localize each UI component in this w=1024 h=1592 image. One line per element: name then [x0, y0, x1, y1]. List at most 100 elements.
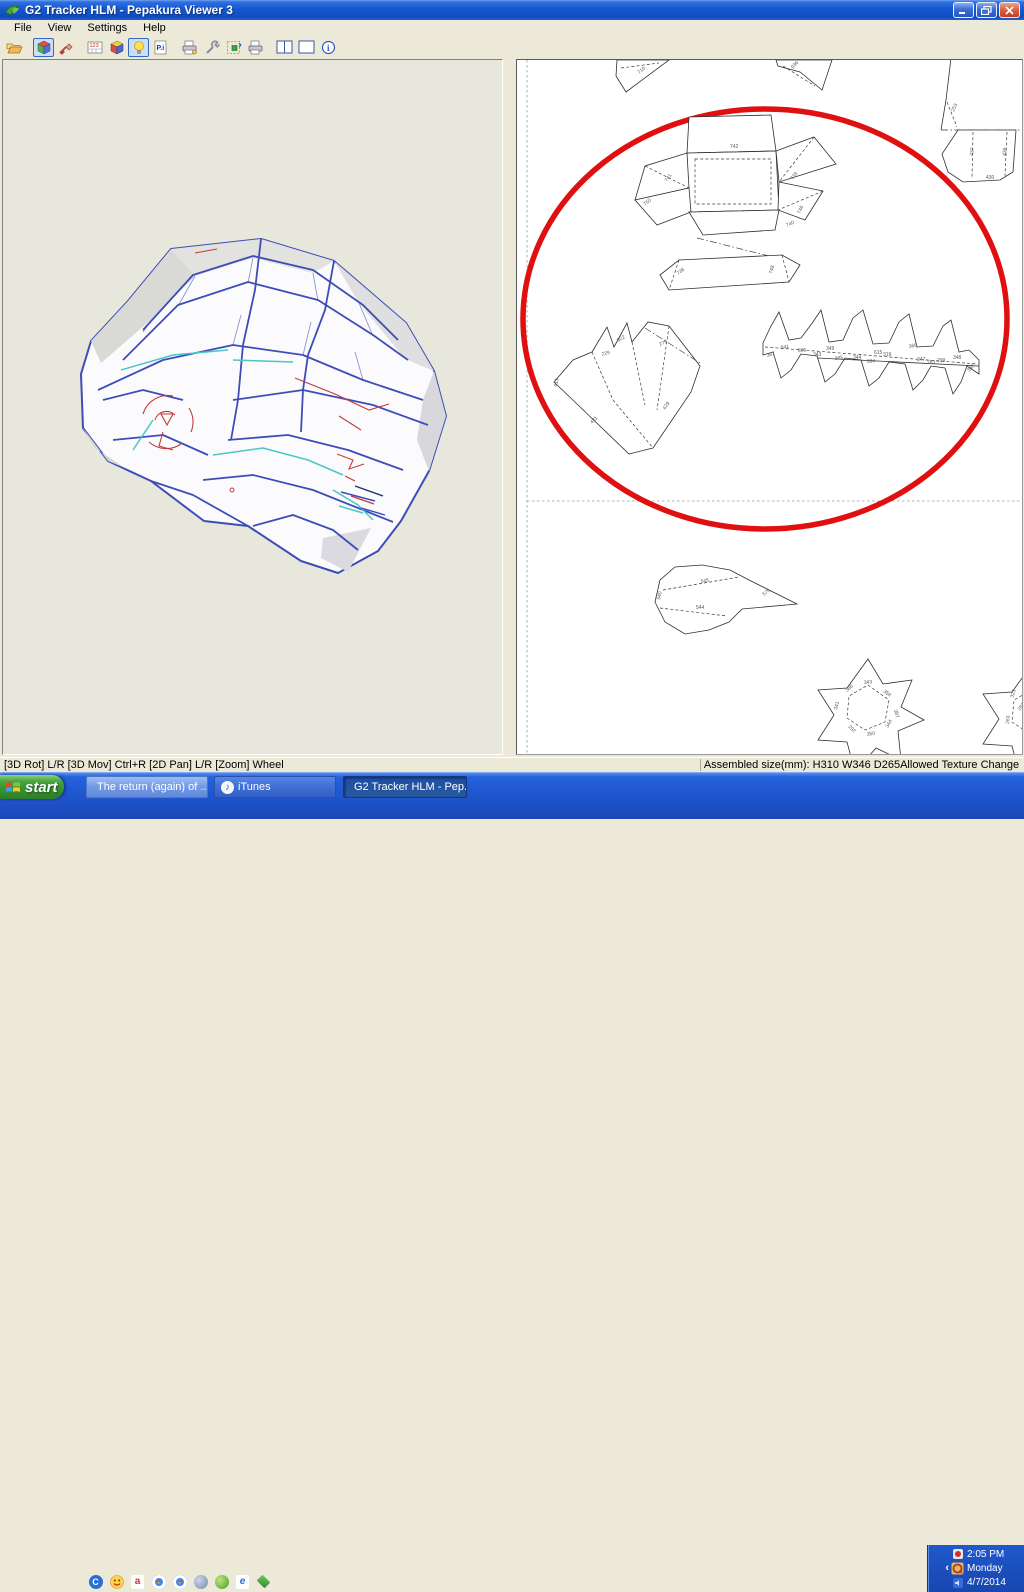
taskbar-button-label: G2 Tracker HLM - Pep...: [354, 781, 467, 793]
model-info: Assembled size(mm): H310 W346 D265Allowe…: [700, 759, 1022, 771]
pattern-piece-top-left: [616, 60, 669, 92]
menu-bar: File View Settings Help: [0, 20, 1024, 36]
chrome-quicklaunch-icon-2[interactable]: [172, 1574, 187, 1589]
quick-launch-bar: C a e: [88, 1574, 271, 1589]
status-bar: [3D Rot] L/R [3D Mov] Ctrl+R [2D Pan] L/…: [0, 757, 1024, 773]
open-folder-icon[interactable]: [4, 38, 25, 57]
windows-flag-icon: [6, 782, 20, 792]
pattern-edge-number: 615: [874, 350, 883, 356]
tray-day[interactable]: Monday: [967, 1563, 1003, 1574]
green-orb-quicklaunch-icon[interactable]: [214, 1574, 229, 1589]
volume-tray-icon[interactable]: [952, 1577, 964, 1589]
pattern-edge-number: 343: [864, 679, 873, 686]
taskbar: start The return (again) of ... ♪ iTunes…: [0, 772, 1024, 1592]
texture-view-icon[interactable]: [33, 37, 54, 57]
light-toggle-icon[interactable]: [128, 37, 149, 57]
tray-clock[interactable]: 2:05 PM: [967, 1549, 1004, 1560]
start-button[interactable]: start: [0, 775, 64, 799]
menu-help[interactable]: Help: [135, 21, 174, 35]
svg-text:P.i: P.i: [157, 45, 165, 52]
menu-file[interactable]: File: [6, 21, 40, 35]
minimize-button[interactable]: [953, 2, 974, 18]
pattern-piece-top-middle: [776, 60, 832, 90]
texture-state: Allowed Texture Change: [900, 759, 1020, 771]
blue-c-quicklaunch-icon[interactable]: C: [88, 1574, 103, 1589]
close-icon: [1005, 5, 1014, 15]
scale-check-icon[interactable]: 123: [84, 38, 105, 57]
pattern-edge-number: 299: [937, 358, 946, 364]
pattern-edge-number: 253: [950, 103, 959, 113]
tray-date[interactable]: 4/7/2014: [967, 1577, 1006, 1588]
pattern-edge-number: 740: [785, 220, 795, 229]
pattern-edge-number: 387: [766, 351, 776, 359]
pattern-piece-zigzag-strip: [763, 310, 979, 394]
gray-orb-quicklaunch-icon[interactable]: [193, 1574, 208, 1589]
solid-view-icon[interactable]: [106, 38, 127, 57]
pattern-piece-top-right: [941, 60, 1022, 182]
pattern-edge-number: 544: [696, 605, 705, 611]
pepakura-app-icon: [5, 5, 20, 16]
svg-text:123: 123: [89, 43, 98, 49]
itunes-icon: ♪: [221, 780, 234, 794]
pattern-edge-number: 347: [917, 357, 926, 363]
tray-row-day: ‹ Monday: [930, 1561, 1021, 1575]
pattern-edge-number: 348: [953, 355, 962, 361]
mouse-hints: [3D Rot] L/R [3D Mov] Ctrl+R [2D Pan] L/…: [4, 759, 284, 771]
title-bar[interactable]: G2 Tracker HLM - Pepakura Viewer 3: [0, 0, 1024, 20]
a-document-quicklaunch-icon[interactable]: a: [130, 1574, 145, 1589]
menu-settings[interactable]: Settings: [79, 21, 135, 35]
smiley-quicklaunch-icon[interactable]: [109, 1574, 124, 1589]
red-badge-tray-icon[interactable]: [952, 1548, 964, 1560]
window-title: G2 Tracker HLM - Pepakura Viewer 3: [25, 3, 233, 17]
ie-document-quicklaunch-icon[interactable]: e: [235, 1574, 250, 1589]
pattern-edge-number: 866: [798, 347, 807, 354]
pan-tool-icon[interactable]: [223, 38, 244, 57]
print-icon[interactable]: [245, 38, 266, 57]
part-info-icon[interactable]: P.i: [150, 38, 171, 57]
toolbar: 123 P.i i: [0, 36, 1024, 58]
pattern-edge-number: 349: [826, 346, 835, 352]
pattern-piece-box: [635, 115, 836, 290]
minimize-icon: [959, 11, 965, 14]
print-setup-icon[interactable]: [179, 38, 200, 57]
quicktime-tray-icon[interactable]: [951, 1562, 964, 1575]
chrome-quicklaunch-icon[interactable]: [151, 1574, 166, 1589]
clean-up-brush-icon[interactable]: [55, 38, 76, 57]
3d-view-pane[interactable]: [2, 59, 503, 755]
window-controls: [953, 2, 1020, 18]
pattern-edge-number: 283: [927, 360, 936, 366]
taskbar-button-browser[interactable]: The return (again) of ...: [86, 776, 208, 798]
pattern-edge-number: 394: [867, 358, 876, 365]
pepakura-diamond-quicklaunch-icon[interactable]: [256, 1574, 271, 1589]
taskbar-button-itunes[interactable]: ♪ iTunes: [214, 776, 336, 798]
pattern-edge-number: 742: [730, 144, 739, 150]
desktop: { "window": { "title": "G2 Tracker HLM -…: [0, 0, 1024, 1592]
single-pane-layout-icon[interactable]: [296, 38, 317, 57]
system-tray: 2:05 PM ‹ Monday 4/7/2014: [927, 1545, 1024, 1592]
helmet-3d-model: [80, 238, 447, 574]
pattern-edge-number: 263: [1005, 715, 1012, 724]
restore-button[interactable]: [976, 2, 997, 18]
taskbar-button-label: The return (again) of ...: [97, 781, 208, 793]
settings-wrench-icon[interactable]: [201, 38, 222, 57]
about-info-icon[interactable]: i: [318, 38, 339, 57]
taskbar-button-pepakura[interactable]: G2 Tracker HLM - Pep...: [343, 776, 467, 798]
2d-pattern-pane[interactable]: 710 936 253 437 436 430 742 741 750 735 740 746 738 7…: [516, 59, 1023, 755]
workspace: 710 936 253 437 436 430 742 741 750 735 740 746 738 7…: [0, 58, 1024, 757]
pattern-edge-number: 437: [969, 147, 976, 156]
pattern-piece-teardrop: [655, 565, 797, 634]
menu-view[interactable]: View: [40, 21, 80, 35]
two-pane-layout-icon[interactable]: [274, 38, 295, 57]
tray-chevron-icon[interactable]: ‹: [945, 1563, 949, 1574]
pattern-layout: 710936253437 436430742741750735740746738 7…: [520, 60, 1022, 754]
close-button[interactable]: [999, 2, 1020, 18]
restore-icon: [981, 5, 992, 15]
pattern-edge-number: 385: [834, 355, 843, 362]
tray-row-time: 2:05 PM: [930, 1547, 1021, 1561]
pattern-edge-number: 841: [780, 344, 789, 351]
taskbar-button-label: iTunes: [238, 781, 271, 793]
pattern-edge-number: 436: [1002, 147, 1008, 156]
pattern-edge-number: 343: [813, 352, 822, 358]
pattern-edge-number: 430: [986, 175, 995, 181]
pattern-edge-number: 344: [853, 355, 862, 361]
